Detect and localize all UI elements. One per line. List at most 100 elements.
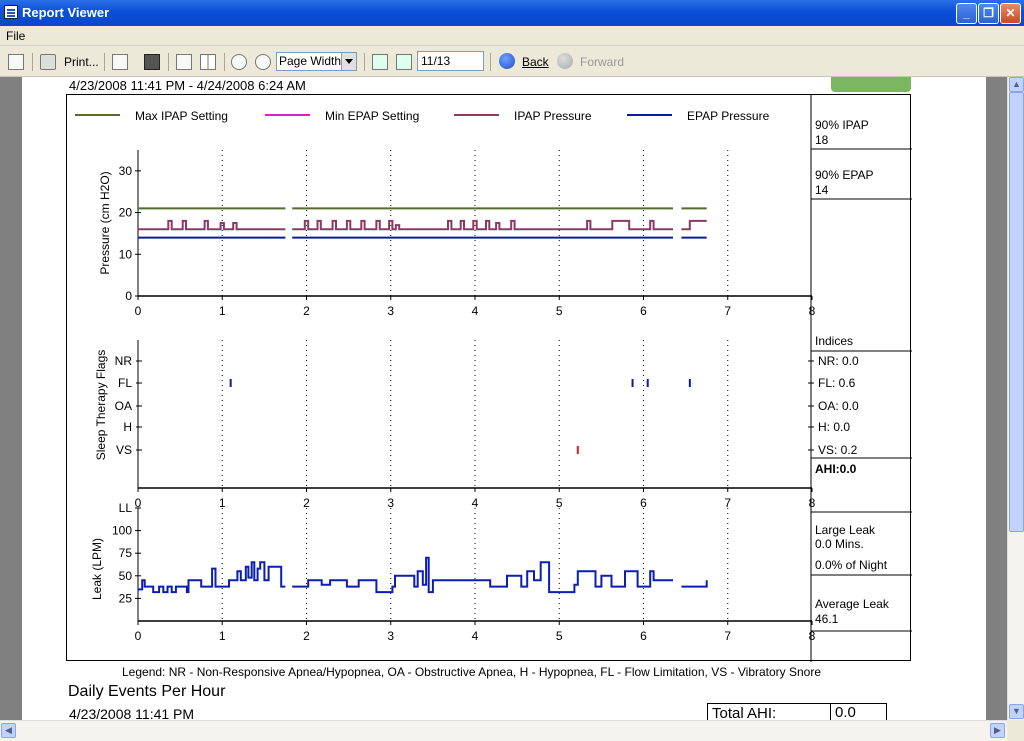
large-leak-mins: 0.0 Mins. [815,537,864,551]
menu-bar: File [0,26,1024,46]
leak-chart: 25 50 75 100 LL 0 1 2 3 4 5 6 7 8 Leak (LPM) [90,501,816,643]
multi-page-icon[interactable] [200,54,216,70]
event-legend-note: Legend: NR - Non-Responsive Apnea/Hypopn… [122,665,822,679]
report-frame: Max IPAP Setting Min EPAP Setting IPAP P… [66,94,912,662]
flags-y-label: Sleep Therapy Flags [94,350,108,461]
pressure-x-tick-label: 2 [303,304,310,318]
flags-x-tick-label: 4 [472,496,479,510]
index-fl: FL: 0.6 [818,376,856,390]
chart-legend: Max IPAP Setting Min EPAP Setting IPAP P… [75,109,770,123]
leak-x-tick-label: 3 [387,629,394,643]
flags-category-label: H [123,420,132,434]
report-date-range: 4/23/2008 11:41 PM - 4/24/2008 6:24 AM [69,78,306,93]
legend-epap-pressure: EPAP Pressure [687,109,770,123]
flags-category-label: OA [115,399,132,413]
toolbar-separator [104,53,105,71]
forward-arrow-icon[interactable] [557,53,573,69]
print-button[interactable]: Print... [64,52,99,72]
minimize-button[interactable]: _ [956,3,977,24]
first-page-icon[interactable] [372,54,388,70]
leak-y-tick-label: LL [119,501,133,515]
pressure-x-tick-label: 0 [135,304,142,318]
leak-line [681,580,708,588]
daily-events-title: Daily Events Per Hour [68,683,226,700]
flags-category-label: NR [115,354,133,368]
leak-x-tick-label: 5 [556,629,563,643]
ipap-pressure-line [138,219,286,231]
vertical-scrollbar[interactable]: ▲ ▼ [1007,77,1024,720]
flags-chart: NRFLOAHVS0 1 2 3 4 5 6 7 8Sleep Therapy Flags [94,340,816,510]
flags-x-tick-label: 7 [724,496,731,510]
page-number-input[interactable]: 11/13 [417,51,484,71]
pressure-x-tick-label: 3 [387,304,394,318]
leak-x-tick-label: 8 [809,629,816,643]
total-ahi-label: Total AHI: [712,705,777,720]
back-arrow-icon[interactable] [499,53,515,69]
menu-file[interactable]: File [6,29,25,43]
index-vs: VS: 0.2 [818,443,858,457]
leak-line [292,556,673,594]
leak-x-tick-label: 2 [303,629,310,643]
printer-icon[interactable] [40,54,56,70]
flags-category-label: VS [116,443,132,457]
pressure-chart: 0 10 20 30 0 1 2 3 4 5 6 7 8 Pressure (cm H2O) [98,150,816,318]
index-ahi: AHI:0.0 [815,462,857,476]
maximize-button[interactable]: ❐ [978,3,999,24]
pressure-y-tick-label: 30 [119,164,133,178]
flags-x-tick-label: 5 [556,496,563,510]
single-page-icon[interactable] [176,54,192,70]
total-ahi-box: Total AHI: 0.0 [707,703,887,720]
pressure-x-tick-label: 4 [472,304,479,318]
scrollbar-thumb[interactable] [1009,92,1024,532]
total-ahi-value: 0.0 [830,704,887,720]
zoom-in-icon[interactable] [255,54,271,70]
indices-label: Indices [815,334,853,348]
pressure-x-tick-label: 6 [640,304,647,318]
flags-x-tick-label: 1 [219,496,226,510]
chevron-down-icon[interactable] [341,53,356,70]
report-charts: Max IPAP Setting Min EPAP Setting IPAP P… [75,95,912,662]
next-page-icon[interactable] [396,54,412,70]
pressure-y-tick-label: 0 [125,289,132,303]
toolbar-separator [32,53,33,71]
pressure-y-tick-label: 20 [119,206,133,220]
legend-ipap-pressure: IPAP Pressure [514,109,592,123]
copy-icon[interactable] [112,54,128,70]
back-button[interactable]: Back [522,52,549,72]
pressure-x-tick-label: 7 [724,304,731,318]
forward-button[interactable]: Forward [580,52,624,72]
scroll-up-icon[interactable]: ▲ [1009,77,1024,92]
leak-y-tick-label: 25 [119,591,133,605]
avg-leak-label: Average Leak [815,597,890,611]
scroll-right-icon[interactable]: ▶ [990,723,1005,738]
report-page: 4/23/2008 11:41 PM - 4/24/2008 6:24 AM M… [22,77,986,720]
title-bar: Report Viewer _ ❐ ✕ [0,0,1024,26]
report-viewport: 4/23/2008 11:41 PM - 4/24/2008 6:24 AM M… [0,77,1007,720]
leak-y-label: Leak (LPM) [90,538,104,600]
toggle-tree-icon[interactable] [8,54,24,70]
index-oa: OA: 0.0 [818,399,859,413]
toolbar-separator [490,53,491,71]
leak-x-tick-label: 6 [640,629,647,643]
report-viewer-icon [4,5,18,19]
horizontal-scrollbar[interactable]: ◀ ▶ [0,720,1007,741]
epap90-label: 90% EPAP [815,168,873,182]
index-nr: NR: 0.0 [818,354,859,368]
large-leak-label: Large Leak [815,523,876,537]
legend-max-ipap: Max IPAP Setting [135,109,228,123]
pressure-x-tick-label: 1 [219,304,226,318]
binoculars-icon[interactable] [144,54,160,70]
scroll-left-icon[interactable]: ◀ [1,723,16,738]
close-button[interactable]: ✕ [1000,3,1021,24]
daily-events-date: 4/23/2008 11:41 PM [69,706,195,720]
index-h: H: 0.0 [818,420,850,434]
zoom-out-icon[interactable] [231,54,247,70]
scroll-down-icon[interactable]: ▼ [1009,704,1024,719]
leak-x-tick-label: 7 [724,629,731,643]
toolbar-separator [168,53,169,71]
toolbar-separator [224,53,225,71]
epap90-value: 14 [815,183,829,197]
flags-x-tick-label: 6 [640,496,647,510]
zoom-select[interactable]: Page Width [276,52,357,71]
flags-category-label: FL [118,376,132,390]
